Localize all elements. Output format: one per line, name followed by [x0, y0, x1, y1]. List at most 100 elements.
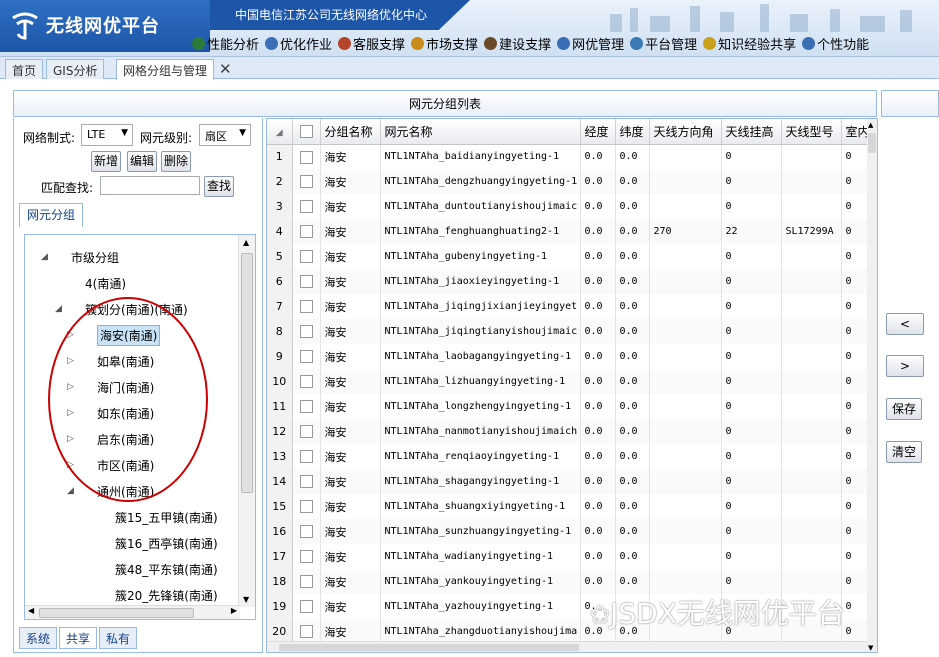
row-checkbox-cell[interactable]: [292, 569, 321, 594]
table-row[interactable]: 17 海安 NTL1NTAha_wadianyingyeting-1 0.0 0.0 0 0: [267, 544, 871, 569]
table-row[interactable]: 14 海安 NTL1NTAha_shagangyingyeting-1 0.0 0.0 0…: [267, 469, 871, 494]
col-height[interactable]: 天线挂高: [721, 119, 782, 145]
clear-button[interactable]: 清空: [886, 441, 922, 463]
row-checkbox[interactable]: [299, 200, 313, 214]
scroll-right-icon[interactable]: ▶: [231, 606, 237, 615]
table-row[interactable]: 4 海安 NTL1NTAha_fenghuanghuating2-1 0.0 0.0 27…: [267, 219, 871, 244]
row-checkbox-cell[interactable]: [292, 169, 321, 194]
row-checkbox[interactable]: [299, 400, 313, 414]
table-row[interactable]: 7 海安 NTL1NTAha_jiqingjixianjieyingyet 0.0 0.…: [267, 294, 871, 319]
row-checkbox-cell[interactable]: [292, 394, 321, 419]
table-row[interactable]: 12 海安 NTL1NTAha_nanmotianyishoujimaich 0.0 0…: [267, 419, 871, 444]
table-row[interactable]: 18 海安 NTL1NTAha_yankouyingyeting-1 0.0 0.0 0 0: [267, 569, 871, 594]
row-checkbox-cell[interactable]: [292, 419, 321, 444]
table-row[interactable]: 2 海安 NTL1NTAha_dengzhuangyingyeting-1 0.0 0.…: [267, 169, 871, 194]
row-checkbox[interactable]: [299, 575, 313, 589]
element-level-select[interactable]: 扇区 ▼: [199, 124, 251, 146]
search-button[interactable]: 查找: [204, 176, 234, 197]
save-button[interactable]: 保存: [886, 398, 922, 420]
menu-item-0[interactable]: 性能分析: [192, 33, 259, 53]
row-checkbox[interactable]: [299, 375, 313, 389]
table-row[interactable]: 10 海安 NTL1NTAha_lizhuangyingyeting-1 0.0 0.0…: [267, 369, 871, 394]
table-row[interactable]: 11 海安 NTL1NTAha_longzhengyingyeting-1 0.0 0.…: [267, 394, 871, 419]
table-row[interactable]: 3 海安 NTL1NTAha_duntoutianyishoujimaic 0.0 0.…: [267, 194, 871, 219]
scroll-up-icon[interactable]: ▲: [868, 121, 873, 129]
row-checkbox-cell[interactable]: [292, 494, 321, 519]
row-checkbox[interactable]: [299, 500, 313, 514]
row-checkbox[interactable]: [299, 225, 313, 239]
table-row[interactable]: 16 海安 NTL1NTAha_sunzhuangyingyeting-1 0.0 0.…: [267, 519, 871, 544]
match-search-input[interactable]: [100, 176, 200, 195]
menu-item-6[interactable]: 平台管理: [630, 33, 697, 53]
table-row[interactable]: 13 海安 NTL1NTAha_renqiaoyingyeting-1 0.0 0.0 0…: [267, 444, 871, 469]
row-checkbox-cell[interactable]: [292, 469, 321, 494]
row-checkbox-cell[interactable]: [292, 594, 321, 619]
row-checkbox-cell[interactable]: [292, 244, 321, 269]
tab-shared[interactable]: 共享: [59, 627, 98, 649]
tree-horizontal-scrollbar[interactable]: ◀ ▶: [25, 605, 240, 619]
col-latitude[interactable]: 纬度: [615, 119, 650, 145]
select-all-checkbox[interactable]: [299, 125, 313, 139]
menu-item-1[interactable]: 优化作业: [265, 33, 332, 53]
tree-node[interactable]: 簇15_五甲镇(南通): [115, 509, 218, 526]
close-icon[interactable]: ✕: [219, 60, 232, 78]
table-row[interactable]: 9 海安 NTL1NTAha_laobagangyingyeting-1 0.0 0.0…: [267, 344, 871, 369]
tab-system[interactable]: 系统: [19, 627, 58, 649]
col-indoor[interactable]: 室内: [841, 119, 871, 145]
row-checkbox[interactable]: [299, 150, 313, 164]
table-row[interactable]: 15 海安 NTL1NTAha_shuangxiyingyeting-1 0.0 0.0…: [267, 494, 871, 519]
tree-scroll-thumb[interactable]: [241, 253, 253, 493]
tree-node[interactable]: 簇20_先锋镇(南通): [115, 587, 218, 604]
col-model[interactable]: 天线型号: [781, 119, 842, 145]
col-azimuth[interactable]: 天线方向角: [649, 119, 722, 145]
row-checkbox-cell[interactable]: [292, 219, 321, 244]
col-longitude[interactable]: 经度: [580, 119, 616, 145]
row-checkbox[interactable]: [299, 600, 313, 614]
tree-collapse-icon[interactable]: ◢: [55, 304, 62, 314]
grid-vertical-scrollbar[interactable]: ▲ ▼: [867, 119, 877, 652]
tab-grid-group-management[interactable]: 网格分组与管理: [116, 59, 215, 80]
table-row[interactable]: 1 海安 NTL1NTAha_baidianyingyeting-1 0.0 0.0 0 0: [267, 144, 871, 169]
row-checkbox[interactable]: [299, 275, 313, 289]
row-checkbox-cell[interactable]: [292, 194, 321, 219]
scroll-left-icon[interactable]: ◀: [28, 606, 34, 615]
tree-node[interactable]: 4(南通): [85, 275, 126, 292]
table-row[interactable]: 8 海安 NTL1NTAha_jiqingtianyishoujimaic 0.0 0.…: [267, 319, 871, 344]
tree-node[interactable]: 市级分组: [71, 249, 119, 266]
row-checkbox-cell[interactable]: [292, 369, 321, 394]
scroll-up-icon[interactable]: ▲: [243, 238, 249, 247]
grid-hscroll-thumb[interactable]: [279, 644, 579, 651]
row-checkbox-cell[interactable]: [292, 344, 321, 369]
row-checkbox[interactable]: [299, 550, 313, 564]
tree-hscroll-thumb[interactable]: [39, 608, 194, 618]
tab-element-group[interactable]: 网元分组: [19, 203, 83, 227]
menu-item-5[interactable]: 网优管理: [557, 33, 624, 53]
tree-collapse-icon[interactable]: ◢: [41, 252, 48, 262]
tab-home[interactable]: 首页: [5, 59, 44, 79]
menu-item-3[interactable]: 市场支撑: [411, 33, 478, 53]
row-checkbox[interactable]: [299, 350, 313, 364]
row-checkbox[interactable]: [299, 300, 313, 314]
move-right-button[interactable]: >: [886, 355, 924, 377]
row-checkbox-cell[interactable]: [292, 444, 321, 469]
table-row[interactable]: 5 海安 NTL1NTAha_gubenyingyeting-1 0.0 0.0 0 0: [267, 244, 871, 269]
row-checkbox-cell[interactable]: [292, 294, 321, 319]
delete-button[interactable]: 删除: [161, 151, 191, 172]
row-checkbox-cell[interactable]: [292, 144, 321, 169]
tab-private[interactable]: 私有: [99, 627, 138, 649]
row-checkbox[interactable]: [299, 450, 313, 464]
row-checkbox[interactable]: [299, 425, 313, 439]
grid-horizontal-scrollbar[interactable]: [267, 641, 867, 652]
row-checkbox[interactable]: [299, 475, 313, 489]
select-all-header[interactable]: [292, 119, 321, 145]
edit-button[interactable]: 编辑: [127, 151, 157, 172]
scroll-down-icon[interactable]: ▼: [243, 595, 249, 604]
tree-node[interactable]: 簇48_平东镇(南通): [115, 561, 218, 578]
row-checkbox[interactable]: [299, 525, 313, 539]
menu-item-4[interactable]: 建设支撑: [484, 33, 551, 53]
tree-vertical-scrollbar[interactable]: ▲ ▼: [238, 235, 255, 607]
row-checkbox-cell[interactable]: [292, 519, 321, 544]
grid-vscroll-thumb[interactable]: [868, 133, 876, 153]
menu-item-2[interactable]: 客服支撑: [338, 33, 405, 53]
tab-gis-analysis[interactable]: GIS分析: [46, 59, 105, 79]
